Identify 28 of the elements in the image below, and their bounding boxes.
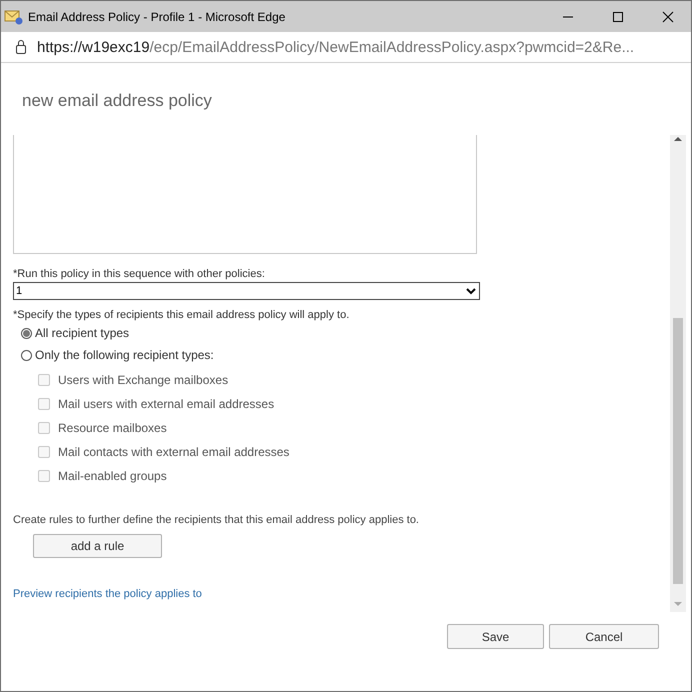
scrollbar[interactable] bbox=[670, 135, 686, 612]
add-rule-button[interactable]: add a rule bbox=[33, 534, 162, 558]
scroll-down-icon[interactable] bbox=[673, 600, 683, 608]
radio-label: All recipient types bbox=[35, 326, 130, 340]
radio-label: Only the following recipient types: bbox=[35, 348, 214, 362]
maximize-icon bbox=[612, 10, 624, 22]
radio-button[interactable] bbox=[21, 350, 32, 360]
checkbox-label: Resource mailboxes bbox=[58, 421, 167, 435]
checkbox-label: Mail contacts with external email addresses bbox=[58, 445, 290, 459]
address-url[interactable]: https://w19exc19/ecp/EmailAddressPolicy/NewEmailAddressPolicy.aspx?pwmcid=2&Re... bbox=[37, 38, 634, 56]
close-icon bbox=[662, 10, 674, 22]
radio-button[interactable] bbox=[21, 328, 32, 338]
field-label: *Specify the types of recipients this email address policy will apply to. bbox=[13, 309, 350, 321]
preview-link[interactable]: Preview recipients the policy applies to bbox=[13, 588, 202, 600]
checkbox-label: Mail-enabled groups bbox=[58, 469, 167, 483]
envelope-icon bbox=[4, 8, 24, 24]
instruction-text: Create rules to further define the recipients that this email address policy applies to. bbox=[13, 514, 420, 526]
checkbox-label: Mail users with external email addresses bbox=[58, 397, 274, 411]
sequence-dropdown[interactable]: 1 bbox=[13, 282, 480, 300]
save-button[interactable]: Save bbox=[447, 624, 544, 649]
text-area[interactable] bbox=[13, 135, 477, 254]
scroll-up-icon[interactable] bbox=[673, 135, 683, 143]
page-heading: new email address policy bbox=[21, 90, 213, 112]
field-label: *Run this policy in this sequence with other policies: bbox=[13, 268, 266, 280]
window-title: Email Address Policy - Profile 1 - Microsoft Edge bbox=[28, 10, 286, 24]
lock-icon[interactable] bbox=[15, 39, 27, 55]
cancel-button[interactable]: Cancel bbox=[549, 624, 659, 649]
checkbox-label: Users with Exchange mailboxes bbox=[58, 373, 228, 387]
